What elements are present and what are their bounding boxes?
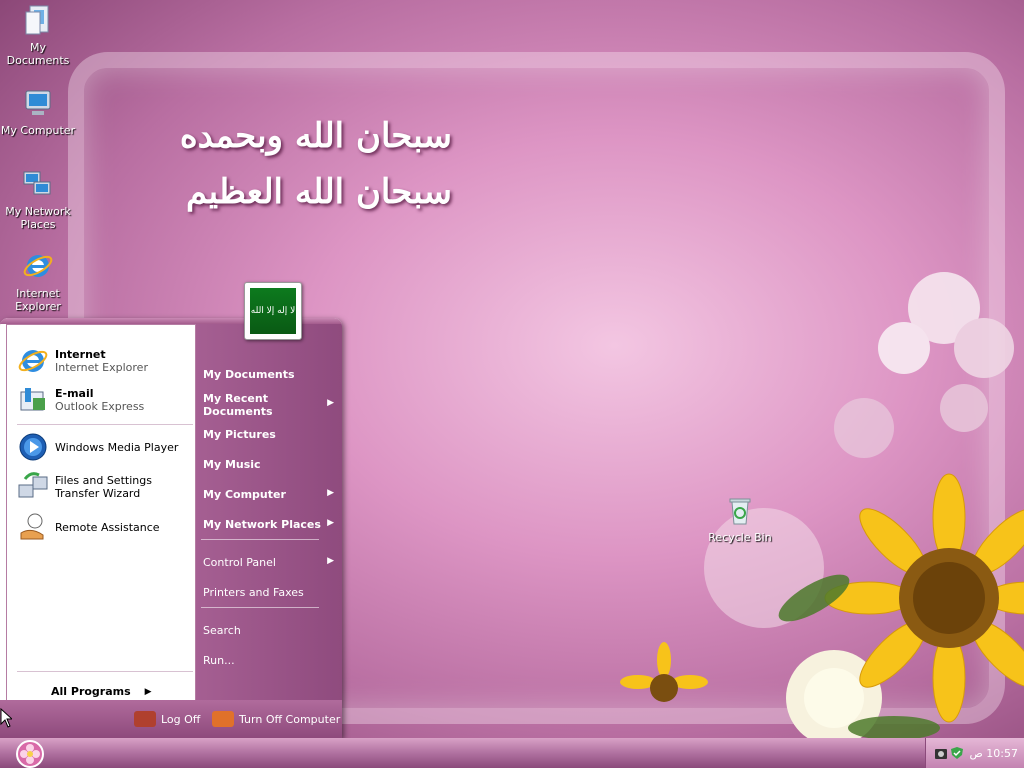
internet-explorer-icon [23,255,53,277]
start-menu-programs-pane: Internet Internet Explorer E-mail Outloo… [6,324,196,702]
recent-item-label: Files and Settings Transfer Wizard [55,474,152,500]
place-my-pictures[interactable]: My Pictures [203,428,276,441]
submenu-arrow-icon: ▶ [327,488,334,498]
place-search[interactable]: Search [203,624,241,637]
desktop-icon-my-computer[interactable]: My Computer [0,87,76,137]
desktop-icon-network-places[interactable]: My Network Places [0,168,76,231]
all-programs-label: All Programs [51,685,131,698]
menu-separator [201,607,319,608]
wallpaper-line-1: سبحان الله وبحمده [179,116,452,156]
start-menu: Internet Internet Explorer E-mail Outloo… [0,318,342,738]
all-programs-button[interactable]: All Programs ▶ [51,685,152,698]
recent-item-media-player[interactable]: Windows Media Player [17,431,178,463]
network-places-icon [23,171,51,195]
turn-off-button[interactable]: Turn Off Computer [212,711,340,727]
place-my-music[interactable]: My Music [203,458,261,471]
desktop-icon-internet-explorer[interactable]: Internet Explorer [0,250,76,313]
place-run[interactable]: Run... [203,654,235,667]
turn-off-label: Turn Off Computer [239,712,341,726]
menu-separator [17,424,193,425]
pinned-item-subtitle: Internet Explorer [55,361,148,374]
camera-icon[interactable] [934,746,948,760]
menu-separator [17,671,193,672]
start-menu-footer: Log Off Turn Off Computer [0,700,342,738]
start-menu-places-pane: My Documents My Recent Documents ▶ My Pi… [196,324,342,700]
desktop-icon-label: Internet Explorer [15,287,61,313]
media-player-icon [19,433,47,461]
submenu-arrow-icon: ▶ [327,398,334,408]
wallpaper-calligraphy: سبحان الله وبحمده سبحان الله العظيم [100,108,452,220]
log-off-button[interactable]: Log Off [134,711,200,727]
submenu-arrow-icon: ▶ [327,518,334,528]
desktop-icon-label: Recycle Bin [708,531,772,544]
lock-icon [134,711,156,727]
user-picture[interactable]: لا إله إلا الله [244,282,302,340]
taskbar-clock[interactable]: 10:57 ص [970,747,1019,760]
desktop-icon-label: My Documents [6,41,70,67]
wallpaper-line-2: سبحان الله العظيم [186,172,452,212]
outlook-express-icon [20,388,45,411]
pinned-item-title: E-mail [55,387,94,400]
power-icon [212,711,234,727]
wallpaper-flowers [620,272,1024,738]
security-shield-icon[interactable] [950,746,964,760]
place-my-network-places[interactable]: My Network Places [203,518,321,531]
my-computer-icon [25,90,51,115]
recent-item-label: Remote Assistance [55,520,160,534]
pinned-item-email[interactable]: E-mail Outlook Express [17,384,144,416]
place-printers-and-faxes[interactable]: Printers and Faxes [203,586,304,599]
desktop-icon-label: My Network Places [5,205,71,231]
transfer-wizard-icon [18,472,48,498]
submenu-arrow-icon: ▶ [327,556,334,566]
log-off-label: Log Off [161,712,201,726]
taskbar [0,738,1024,768]
menu-separator [201,539,319,540]
remote-assistance-icon [20,513,44,540]
recent-item-remote-assistance[interactable]: Remote Assistance [17,511,160,543]
place-my-computer[interactable]: My Computer [203,488,286,501]
start-button[interactable] [10,740,50,768]
recent-item-transfer-wizard[interactable]: Files and Settings Transfer Wizard [17,471,195,503]
mouse-cursor-icon [0,708,12,728]
desktop-icon-recycle-bin[interactable]: Recycle Bin [702,494,778,544]
desktop-icon-my-documents[interactable]: My Documents [0,4,76,67]
place-my-recent-documents[interactable]: My Recent Documents [203,392,313,418]
place-my-documents[interactable]: My Documents [203,368,295,381]
user-picture-image: لا إله إلا الله [250,288,296,334]
place-control-panel[interactable]: Control Panel [203,556,276,569]
recent-item-label: Windows Media Player [55,440,179,454]
my-documents-icon [25,5,49,35]
pinned-item-internet[interactable]: Internet Internet Explorer [17,345,148,377]
arrow-right-icon: ▶ [144,686,152,697]
pinned-item-title: Internet [55,348,106,361]
recycle-bin-icon [729,498,751,525]
system-tray: 10:57 ص [925,738,1024,768]
desktop-icon-label: My Computer [0,124,76,137]
internet-explorer-icon [18,350,48,372]
pinned-item-subtitle: Outlook Express [55,400,145,413]
